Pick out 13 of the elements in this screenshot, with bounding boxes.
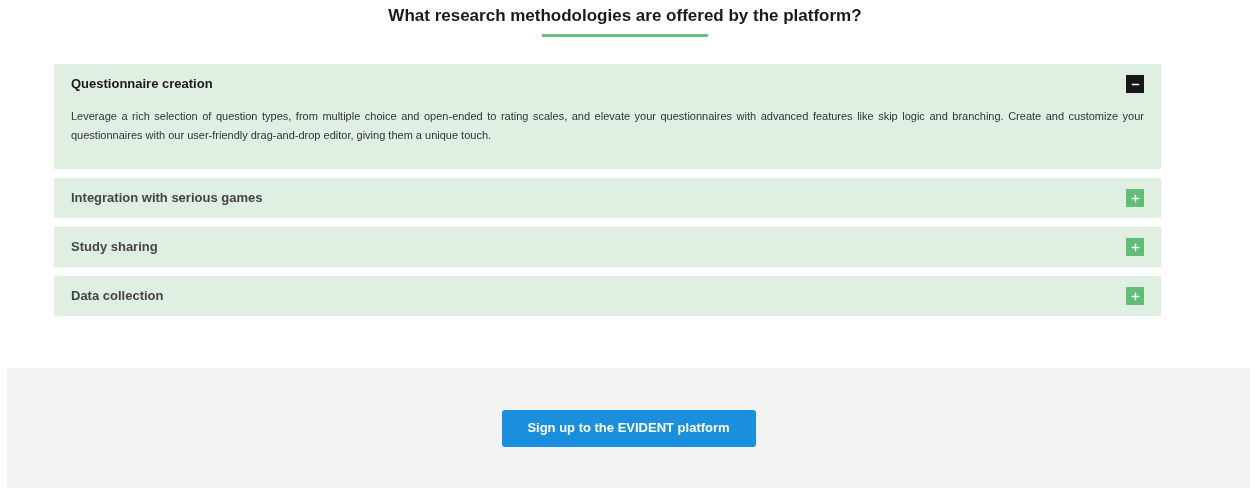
accordion-title[interactable]: Integration with serious games <box>71 188 263 208</box>
accordion-title[interactable]: Questionnaire creation <box>71 74 213 94</box>
toggle-button[interactable] <box>1126 287 1144 305</box>
toggle-button[interactable] <box>1126 75 1144 93</box>
section-heading: What research methodologies are offered by the platform? <box>388 5 862 27</box>
accordion-title[interactable]: Study sharing <box>71 237 158 257</box>
toggle-button[interactable] <box>1126 238 1144 256</box>
accordion-title[interactable]: Data collection <box>71 286 164 306</box>
plus-icon <box>1129 290 1141 302</box>
accordion-body: Leverage a rich selection of question types, from multiple choice and open-ended to rating scales, and elevate your questionnaires with advanced features like skip logic and branching. Create and customize your questionnaires with our user-friendly drag-and-drop editor, giving them a unique touch. <box>70 109 1145 143</box>
toggle-button[interactable] <box>1126 189 1144 207</box>
plus-icon <box>1129 241 1141 253</box>
plus-icon <box>1129 192 1141 204</box>
